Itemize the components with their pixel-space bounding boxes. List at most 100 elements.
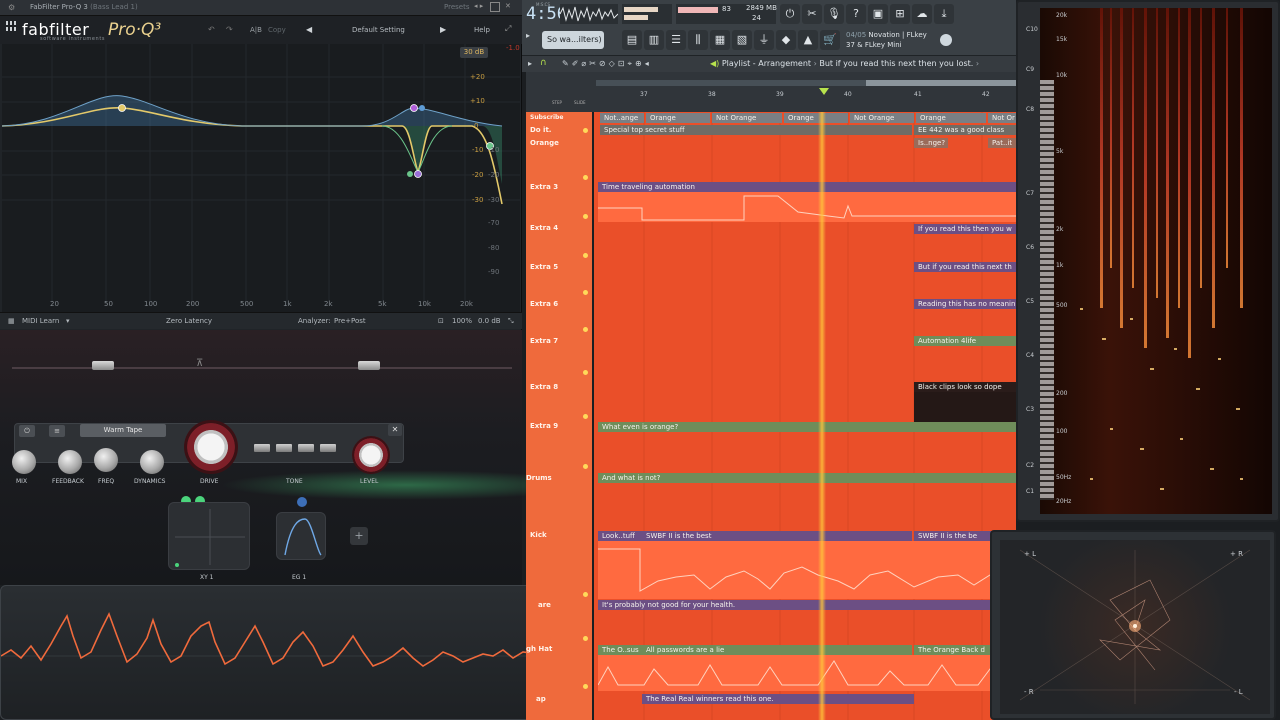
arrow-icon[interactable]: ▸ [528,59,532,68]
mic-icon[interactable]: 🎙 [824,4,844,24]
midi-learn-button[interactable]: MIDI Learn [22,317,59,325]
track-led[interactable] [583,327,588,332]
track-name[interactable]: Extra 4 [530,224,558,232]
tone-fader[interactable] [254,444,270,452]
power-icon[interactable]: ⏻ [19,425,35,437]
playhead-marker[interactable] [819,88,829,95]
track-name[interactable]: gh Hat [526,645,552,653]
range-selector[interactable]: 30 dB [460,47,488,58]
track-name[interactable]: Drums [526,474,552,482]
clip[interactable]: The O..sus [598,645,642,655]
clip[interactable]: Orange [646,113,710,123]
clip[interactable]: Pat..it [988,138,1016,148]
tools-icon[interactable]: ✂ [802,4,822,24]
track-name[interactable]: Extra 9 [530,422,558,430]
track-led[interactable] [583,175,588,180]
clip[interactable]: Special top secret stuff [600,125,912,135]
freq-knob[interactable] [94,448,118,472]
close-icon[interactable]: ✕ [505,2,515,12]
clip[interactable]: It's probably not good for your health. [598,600,1016,610]
eq-graph[interactable] [2,44,520,314]
band-fader[interactable] [358,361,380,370]
tone-fader[interactable] [298,444,314,452]
playlist-titlebar[interactable]: ▸ ∩ ✎✐⌀✂⊘◇⊡⌖⊕◂ ◀) Playlist - Arrangement… [522,56,1016,72]
analyzer-value[interactable]: Pre+Post [334,317,366,325]
automation-body[interactable] [598,192,1016,222]
feedback-knob[interactable] [58,450,82,474]
playlist-icon[interactable]: ▤ [622,30,642,50]
scrollbar-thumb[interactable] [866,80,1016,86]
saturation-style[interactable]: Warm Tape [80,424,166,437]
remote-icon[interactable]: ▲ [798,30,818,50]
play-icon[interactable]: ◀) [710,59,719,68]
clip[interactable]: If you read this then you w [914,224,1016,234]
proq-titlebar[interactable]: ⚙ FabFilter Pro-Q 3 (Bass Lead 1) Preset… [0,0,522,16]
output-icon[interactable]: ⊡ [438,317,444,325]
track-led[interactable] [583,414,588,419]
track-led[interactable] [583,128,588,133]
prev-preset-icon[interactable]: ◀ [306,25,312,34]
track-name[interactable]: Subscribe [530,114,563,121]
level-knob[interactable] [352,436,390,474]
plugin-icon[interactable]: ⏚ [754,30,774,50]
clip[interactable]: Not Orange [712,113,782,123]
clip[interactable]: Reading this has no meanin [914,299,1016,309]
clip[interactable]: Not Orange [850,113,914,123]
tone-fader[interactable] [276,444,292,452]
preset-name[interactable]: Default Setting [352,26,405,34]
clip[interactable]: Orange [784,113,848,123]
dynamics-knob[interactable] [140,450,164,474]
mod-source-dot[interactable] [297,497,307,507]
ab-toggle[interactable]: A|B [250,26,262,34]
track-name[interactable]: Orange [530,139,559,147]
clip[interactable]: Automation 4life [914,336,1016,346]
help-button[interactable]: Help [474,26,490,34]
redo-icon[interactable]: ↷ [226,25,233,34]
track-name[interactable]: Extra 5 [530,263,558,271]
chat-icon[interactable]: ☁ [912,4,932,24]
clip[interactable]: But if you read this next th [914,262,1016,272]
track-name[interactable]: Extra 7 [530,337,558,345]
clip[interactable]: And what is not? [598,473,1016,483]
presets-label[interactable]: Presets [444,3,469,11]
latency-selector[interactable]: Zero Latency [166,317,212,325]
piano-icon[interactable]: ▦ [8,317,15,325]
channel-rack-icon[interactable]: ☰ [666,30,686,50]
playlist-ruler[interactable]: STEP SLIDE [526,72,1016,112]
track-led[interactable] [583,592,588,597]
browser-icon[interactable]: ▦ [710,30,730,50]
track-name[interactable]: Do it. [530,126,551,134]
pattern-arrow-icon[interactable]: ▸ [526,31,530,40]
close-icon[interactable]: ✕ [388,424,402,436]
clip[interactable]: Time traveling automation [598,182,1016,192]
automation-body[interactable] [597,655,1017,691]
track-name[interactable]: Extra 8 [530,383,558,391]
mini-oscilloscope[interactable] [559,4,619,24]
maximize-icon[interactable] [490,2,500,12]
download-icon[interactable]: ⤓ [934,4,954,24]
shop-icon[interactable]: 🛒 [820,30,840,50]
clip[interactable]: EE 442 was a good class [914,125,1016,135]
band-fader[interactable] [92,361,114,370]
track-led[interactable] [583,370,588,375]
mixer-view-icon[interactable]: ⫼ [688,30,708,50]
track-led[interactable] [583,214,588,219]
track-name[interactable]: are [538,601,551,609]
copy-button[interactable]: Copy [268,26,286,34]
chevron-down-icon[interactable]: ▾ [66,317,70,325]
clip[interactable]: Is..nge? [914,138,948,148]
nav-arrows-icon[interactable]: ◂ ▸ [474,2,483,10]
automation-body[interactable] [598,541,1016,599]
track-name[interactable]: Extra 6 [530,300,558,308]
menu-icon[interactable]: ≡ [49,425,65,437]
mix-knob[interactable] [12,450,36,474]
track-led[interactable] [583,290,588,295]
undo-icon[interactable]: ↶ [208,25,215,34]
add-modulator-button[interactable]: + [350,527,368,545]
clip[interactable]: Black clips look so dope [914,382,1016,392]
mixer-icon[interactable]: ⊞ [890,4,910,24]
tool-icons[interactable]: ✎✐⌀✂⊘◇⊡⌖⊕◂ [562,59,652,69]
clip[interactable]: Not..ange [600,113,644,123]
xy-pad[interactable] [168,502,250,570]
track-led[interactable] [583,684,588,689]
